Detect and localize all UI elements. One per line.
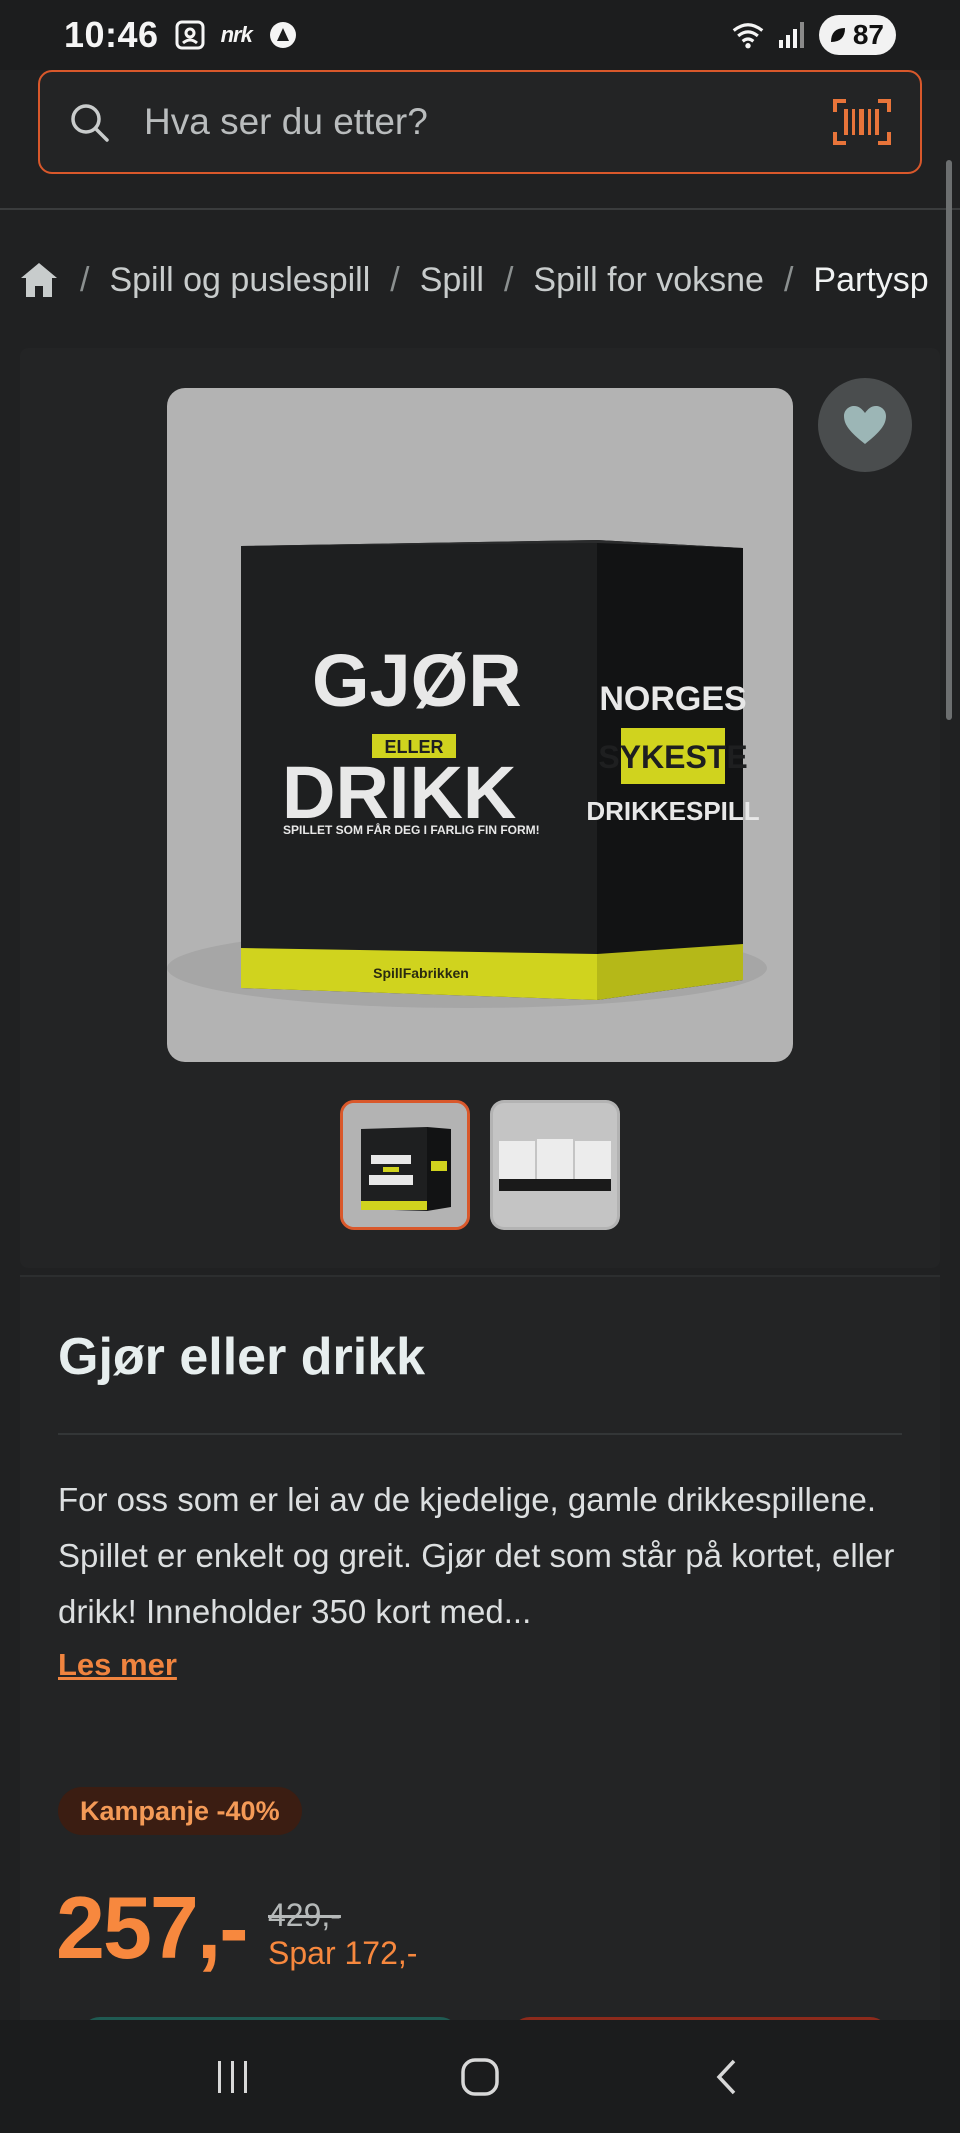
search-icon: [71, 104, 109, 142]
svg-text:DRIKKESPILL: DRIKKESPILL: [586, 796, 759, 826]
status-right: 87: [731, 15, 896, 55]
battery-level: 87: [852, 19, 884, 50]
breadcrumb-separator: /: [503, 260, 514, 299]
svg-text:SpillFabrikken: SpillFabrikken: [373, 965, 469, 981]
search-bar-container: Hva ser du etter?: [0, 70, 960, 210]
breadcrumb-separator: /: [783, 260, 794, 299]
breadcrumb-item-spill-for-voksne[interactable]: Spill for voksne: [533, 261, 764, 300]
breadcrumb-separator: /: [390, 260, 400, 299]
divider: [58, 1433, 902, 1435]
nrk-icon: nrk: [220, 22, 253, 47]
svg-text:GJØR: GJØR: [312, 639, 522, 722]
system-navigation-bar: [0, 2020, 960, 2133]
current-price: 257,-: [56, 1878, 249, 1977]
thumbnail-cards-image: [493, 1103, 617, 1227]
read-more-link[interactable]: Les mer: [58, 1647, 177, 1683]
product-box-illustration: GJØR ELLER DRIKK SPILLET SOM FÅR DEG I F…: [167, 540, 767, 1008]
product-image[interactable]: GJØR ELLER DRIKK SPILLET SOM FÅR DEG I F…: [167, 388, 793, 1062]
wifi-icon: [731, 18, 765, 52]
product-title: Gjør eller drikk: [58, 1328, 426, 1386]
svg-text:NORGES: NORGES: [599, 680, 746, 718]
thumbnail-list: [340, 1100, 620, 1230]
campaign-badge: Kampanje -40%: [58, 1787, 302, 1835]
breadcrumb-item-spill[interactable]: Spill: [420, 261, 484, 300]
savings-amount: Spar 172,-: [268, 1935, 418, 1971]
product-description: For oss som er lei av de kjedelige, gaml…: [58, 1481, 895, 1630]
original-price: 429,-: [268, 1897, 341, 1933]
breadcrumb-separator: /: [80, 260, 90, 299]
back-icon: [716, 2059, 735, 2094]
breadcrumb-item-spill-og-puslespill[interactable]: Spill og puslespill: [109, 261, 370, 300]
product-gallery: GJØR ELLER DRIKK SPILLET SOM FÅR DEG I F…: [20, 348, 940, 1268]
search-input[interactable]: Hva ser du etter?: [38, 70, 922, 174]
battery-indicator: 87: [818, 15, 896, 55]
thumbnail-2[interactable]: [490, 1100, 620, 1230]
signal-icon: [775, 18, 809, 52]
home-nav-icon: [461, 2057, 499, 2096]
svg-text:SPILLET SOM FÅR DEG I FARLIG F: SPILLET SOM FÅR DEG I FARLIG FIN FORM!: [283, 822, 540, 837]
heart-icon: [844, 406, 886, 444]
thumbnail-box-image: [343, 1103, 467, 1227]
app-notification-icon: [266, 18, 300, 52]
status-time: 10:46: [64, 14, 159, 55]
svg-text:SYKESTE: SYKESTE: [598, 739, 747, 775]
thumbnail-1[interactable]: [340, 1100, 470, 1230]
back-button[interactable]: [687, 2037, 767, 2117]
barcode-scan-icon[interactable]: [832, 98, 892, 146]
screenshot-icon: [173, 18, 207, 52]
breadcrumb: / Spill og puslespill / Spill / Spill fo…: [18, 250, 960, 310]
home-button[interactable]: [440, 2037, 520, 2117]
page: 10:46 nrk 87 Hva ser du etter? / Spill o…: [0, 0, 960, 2133]
home-icon[interactable]: [18, 260, 60, 300]
scrollbar[interactable]: [946, 160, 952, 720]
svg-text:DRIKK: DRIKK: [282, 751, 516, 834]
product-info: Gjør eller drikk For oss som er lei av d…: [20, 1275, 940, 2037]
status-bar: 10:46 nrk 87: [0, 0, 960, 70]
status-left: 10:46 nrk: [64, 14, 300, 56]
search-placeholder: Hva ser du etter?: [144, 101, 428, 142]
recent-apps-icon: [218, 2060, 248, 2093]
recent-apps-button[interactable]: [193, 2037, 273, 2117]
favorite-button[interactable]: [818, 378, 912, 472]
breadcrumb-item-partyspill[interactable]: Partysp: [813, 261, 928, 300]
battery-saver-icon: [830, 28, 845, 42]
